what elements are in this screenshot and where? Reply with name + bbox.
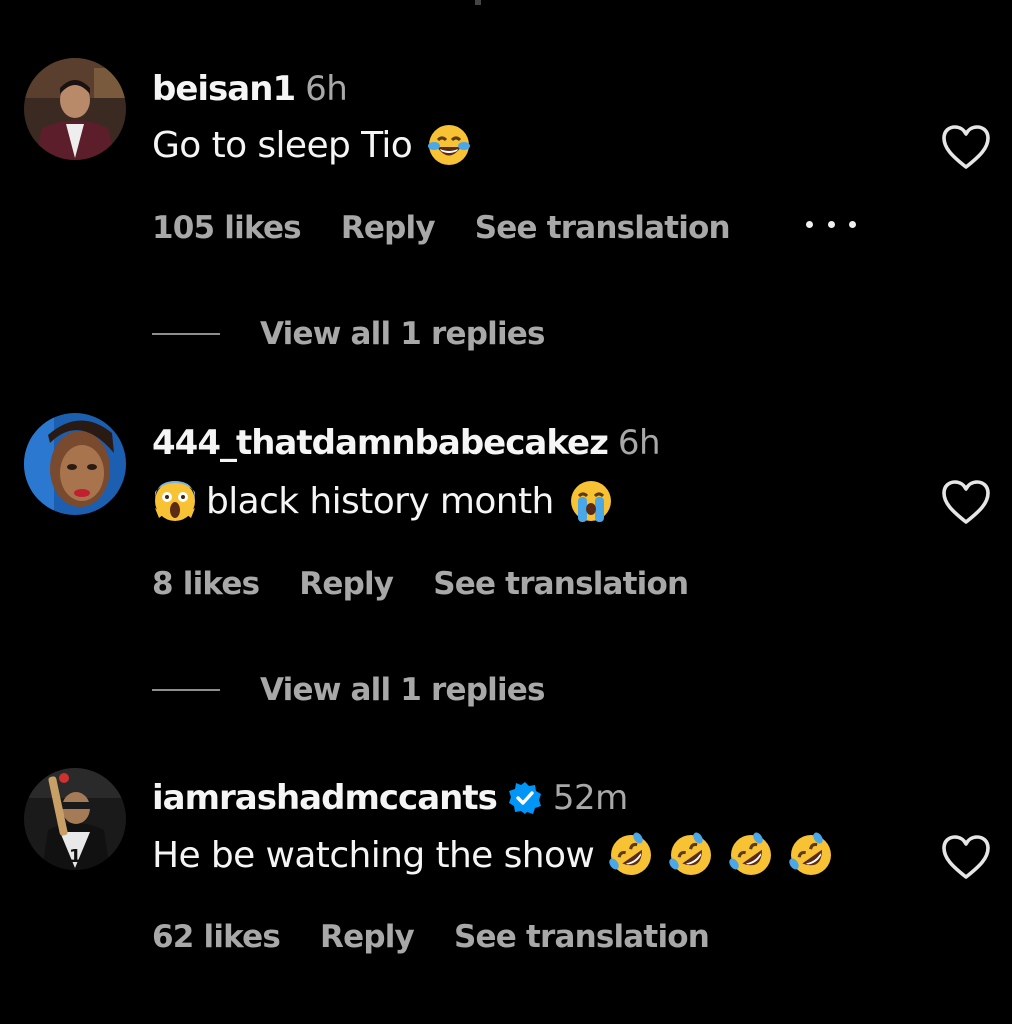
rolling-on-the-floor-laughing-icon bbox=[609, 832, 652, 875]
face-screaming-in-fear-icon bbox=[155, 481, 195, 521]
username[interactable]: iamrashadmccants bbox=[152, 778, 498, 818]
view-replies[interactable]: View all 1 replies bbox=[152, 668, 545, 712]
timestamp[interactable]: 6h bbox=[618, 423, 661, 463]
comment-actions: 8 likes Reply See translation bbox=[152, 562, 728, 606]
comment-header: iamrashadmccants 52m bbox=[152, 775, 628, 821]
comment-text: Go to sleep Tio bbox=[152, 120, 472, 170]
likes-count[interactable]: 8 likes bbox=[152, 566, 260, 602]
reply-button[interactable]: Reply bbox=[341, 210, 436, 246]
comment-text: black history month bbox=[152, 476, 614, 526]
timestamp[interactable]: 6h bbox=[305, 69, 348, 109]
comment-body: He be watching the show bbox=[152, 834, 595, 876]
scroll-edge-marker bbox=[475, 0, 481, 5]
username[interactable]: beisan1 bbox=[152, 69, 296, 109]
verified-badge-icon bbox=[508, 782, 541, 814]
comment-body: black history month bbox=[206, 480, 554, 522]
reply-button[interactable]: Reply bbox=[320, 919, 415, 955]
comment-actions: 105 likes Reply See translation bbox=[152, 206, 770, 250]
avatar[interactable] bbox=[24, 413, 126, 515]
svg-text:1: 1 bbox=[69, 846, 82, 867]
comment-body: Go to sleep Tio bbox=[152, 124, 413, 166]
heart-icon[interactable] bbox=[940, 478, 992, 526]
more-options-icon[interactable] bbox=[806, 214, 856, 234]
comment-actions: 62 likes Reply See translation bbox=[152, 915, 749, 959]
rolling-on-the-floor-laughing-icon bbox=[789, 832, 832, 875]
face-with-tears-of-joy-icon bbox=[428, 125, 471, 165]
username[interactable]: 444_thatdamnbabecakez bbox=[152, 423, 609, 463]
see-translation-button[interactable]: See translation bbox=[454, 919, 710, 955]
comment-header: 444_thatdamnbabecakez 6h bbox=[152, 420, 661, 466]
rolling-on-the-floor-laughing-icon bbox=[669, 832, 712, 875]
reply-button[interactable]: Reply bbox=[299, 566, 394, 602]
view-replies-label[interactable]: View all 1 replies bbox=[260, 316, 545, 352]
avatar[interactable] bbox=[24, 58, 126, 160]
view-replies-label[interactable]: View all 1 replies bbox=[260, 672, 545, 708]
see-translation-button[interactable]: See translation bbox=[433, 566, 689, 602]
likes-count[interactable]: 62 likes bbox=[152, 919, 281, 955]
replies-divider bbox=[152, 689, 220, 691]
replies-divider bbox=[152, 333, 220, 335]
heart-icon[interactable] bbox=[940, 123, 992, 171]
loudly-crying-face-icon bbox=[570, 481, 611, 522]
rolling-on-the-floor-laughing-icon bbox=[729, 832, 772, 875]
timestamp[interactable]: 52m bbox=[553, 778, 628, 818]
likes-count[interactable]: 105 likes bbox=[152, 210, 302, 246]
comment-header: beisan1 6h bbox=[152, 66, 348, 112]
comment-text: He be watching the show bbox=[152, 830, 834, 880]
avatar[interactable]: 1 bbox=[24, 768, 126, 870]
view-replies[interactable]: View all 1 replies bbox=[152, 312, 545, 356]
heart-icon[interactable] bbox=[940, 833, 992, 881]
see-translation-button[interactable]: See translation bbox=[475, 210, 731, 246]
